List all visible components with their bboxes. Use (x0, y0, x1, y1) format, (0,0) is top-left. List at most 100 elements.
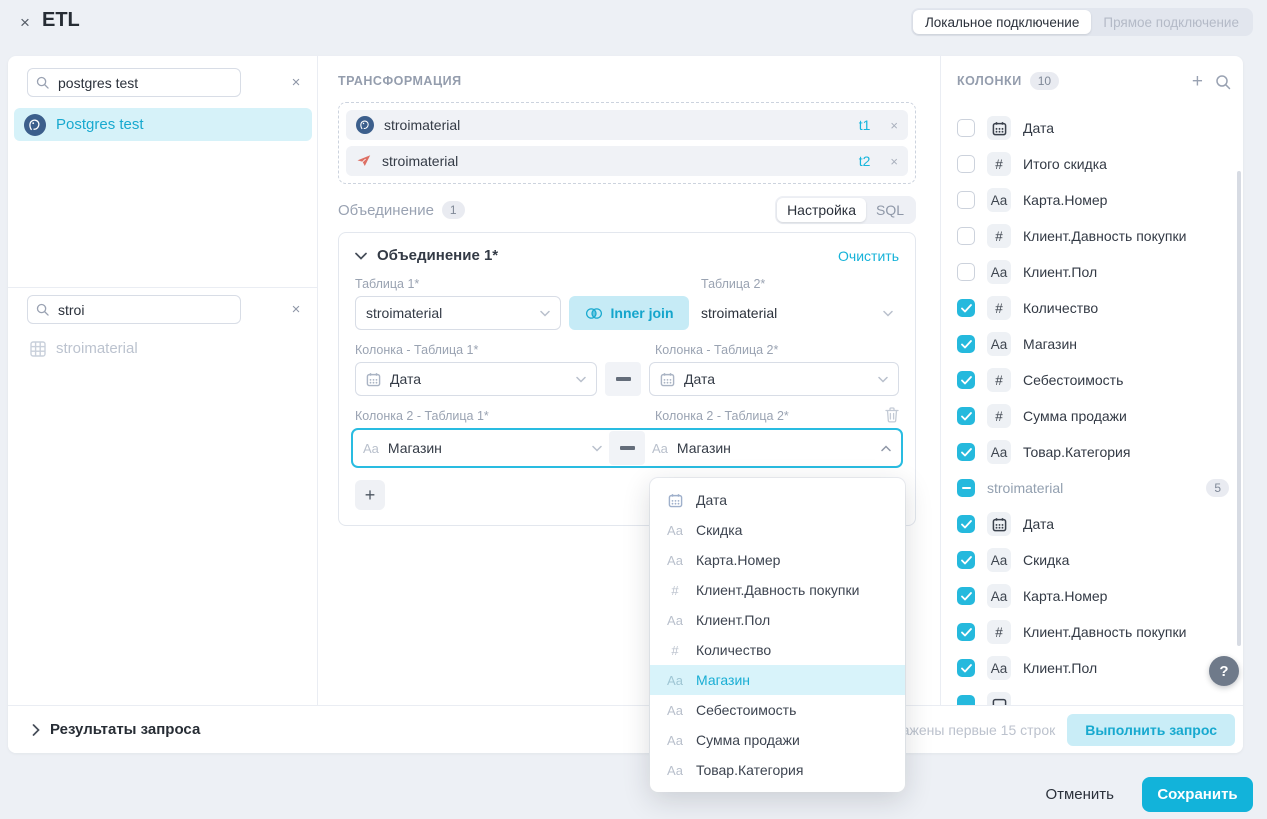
clear-table-search-button[interactable]: × (284, 297, 308, 321)
checkbox[interactable] (957, 155, 975, 173)
tab-settings[interactable]: Настройка (777, 198, 866, 222)
date-type-icon (987, 692, 1011, 705)
checkbox[interactable] (957, 659, 975, 677)
chevron-down-icon (883, 310, 893, 317)
dropdown-item-label: Магазин (696, 672, 750, 688)
group-checkbox[interactable] (957, 479, 975, 497)
transform-table-alias: t1 (859, 117, 871, 133)
column-row: # Клиент.Давность покупки (941, 614, 1243, 650)
chevron-down-icon (592, 445, 602, 452)
column1-table2-select[interactable]: Дата (649, 362, 899, 396)
columns-count-badge: 10 (1030, 72, 1059, 90)
connection-search[interactable] (27, 68, 241, 97)
checkbox[interactable] (957, 227, 975, 245)
postgres-icon (356, 116, 374, 134)
column1-table2-value: Дата (684, 371, 715, 387)
etl-editor-card: × Postgres test × stroimaterial ТРАНСФОР… (8, 56, 1243, 753)
checkbox[interactable] (957, 335, 975, 353)
remove-table-icon[interactable]: × (890, 154, 898, 169)
column-label: Итого скидка (1023, 156, 1107, 172)
checkbox[interactable] (957, 695, 975, 705)
dropdown-item-label: Клиент.Пол (696, 612, 770, 628)
table-item-label: stroimaterial (56, 340, 138, 357)
save-button[interactable]: Сохранить (1142, 777, 1253, 812)
materialized-table-icon (356, 153, 372, 169)
column-label: Сумма продажи (1023, 408, 1127, 424)
transform-table-name: stroimaterial (382, 153, 458, 169)
checkbox[interactable] (957, 299, 975, 317)
column-dropdown: Дата Aa Скидка Aa Карта.Номер # Клиент.Д… (650, 478, 905, 792)
search-columns-icon[interactable] (1215, 74, 1231, 90)
table2-select[interactable]: stroimaterial (695, 296, 899, 330)
search-icon (36, 303, 49, 316)
column-label: Клиент.Пол (1023, 660, 1097, 676)
help-button[interactable]: ? (1209, 656, 1239, 686)
transform-table-row[interactable]: stroimaterial t1 × (346, 110, 908, 140)
dropdown-item[interactable]: Aa Скидка (650, 515, 905, 545)
chevron-down-icon[interactable] (355, 252, 367, 260)
run-query-button[interactable]: Выполнить запрос (1067, 714, 1235, 746)
checkbox[interactable] (957, 515, 975, 533)
join-type-button[interactable]: Inner join (569, 296, 689, 330)
table1-select[interactable]: stroimaterial (355, 296, 561, 330)
dropdown-item[interactable]: Дата (650, 485, 905, 515)
columns-title: КОЛОНКИ (957, 74, 1022, 88)
dropdown-item[interactable]: # Количество (650, 635, 905, 665)
add-column-icon[interactable]: + (1192, 72, 1203, 91)
table2-label: Таблица 2* (701, 277, 765, 291)
string-type-icon: Aa (666, 703, 684, 718)
dropdown-item[interactable]: Aa Карта.Номер (650, 545, 905, 575)
dropdown-item[interactable]: Aa Товар.Категория (650, 755, 905, 785)
tab-sql[interactable]: SQL (866, 198, 914, 222)
checkbox[interactable] (957, 119, 975, 137)
clear-connection-search-button[interactable]: × (284, 70, 308, 94)
checkbox[interactable] (957, 371, 975, 389)
tab-local-connection[interactable]: Локальное подключение (913, 10, 1091, 34)
tab-direct-connection[interactable]: Прямое подключение (1091, 10, 1251, 34)
cancel-button[interactable]: Отменить (1045, 786, 1114, 803)
chevron-down-icon (540, 310, 550, 317)
dropdown-item[interactable]: Aa Себестоимость (650, 695, 905, 725)
column-label: Скидка (1023, 552, 1069, 568)
transform-table-row[interactable]: stroimaterial t2 × (346, 146, 908, 176)
column1-table1-select[interactable]: Дата (355, 362, 597, 396)
checkbox[interactable] (957, 587, 975, 605)
table-icon (30, 341, 46, 357)
divider (8, 287, 318, 288)
checkbox[interactable] (957, 191, 975, 209)
column2-table2-select[interactable]: Aa Магазин (645, 432, 898, 464)
dropdown-item[interactable]: Aa Клиент.Пол (650, 605, 905, 635)
checkbox[interactable] (957, 443, 975, 461)
number-type-icon: # (987, 296, 1011, 320)
checkbox[interactable] (957, 407, 975, 425)
string-type-icon: Aa (666, 613, 684, 628)
string-type-icon: Aa (987, 584, 1011, 608)
checkbox[interactable] (957, 623, 975, 641)
connection-search-input[interactable] (56, 74, 232, 92)
connection-item-postgres[interactable]: Postgres test (14, 108, 312, 141)
scrollbar-thumb[interactable] (1237, 171, 1241, 646)
column-row: Aa Скидка (941, 542, 1243, 578)
dropdown-item[interactable]: Aa Сумма продажи (650, 725, 905, 755)
column-row: Aa Клиент.Пол (941, 254, 1243, 290)
add-condition-button[interactable]: + (355, 480, 385, 510)
checkbox[interactable] (957, 551, 975, 569)
table-search-input[interactable] (56, 301, 232, 319)
table-item-stroimaterial[interactable]: stroimaterial (30, 340, 138, 357)
column-row: # Количество (941, 290, 1243, 326)
dropdown-item-selected[interactable]: Aa Магазин (650, 665, 905, 695)
table-search[interactable] (27, 295, 241, 324)
close-etl-button[interactable]: × (14, 12, 36, 34)
chevron-right-icon[interactable] (32, 724, 40, 736)
column2-table1-select[interactable]: Aa Магазин (356, 432, 609, 464)
number-type-icon: # (666, 583, 684, 598)
column-label: Количество (1023, 300, 1098, 316)
clear-join-link[interactable]: Очистить (838, 248, 899, 264)
delete-condition-icon[interactable] (885, 407, 899, 423)
checkbox[interactable] (957, 263, 975, 281)
dropdown-item[interactable]: # Клиент.Давность покупки (650, 575, 905, 605)
string-type-icon: Aa (987, 440, 1011, 464)
join-count-badge: 1 (442, 201, 465, 219)
results-title[interactable]: Результаты запроса (50, 721, 200, 738)
remove-table-icon[interactable]: × (890, 118, 898, 133)
